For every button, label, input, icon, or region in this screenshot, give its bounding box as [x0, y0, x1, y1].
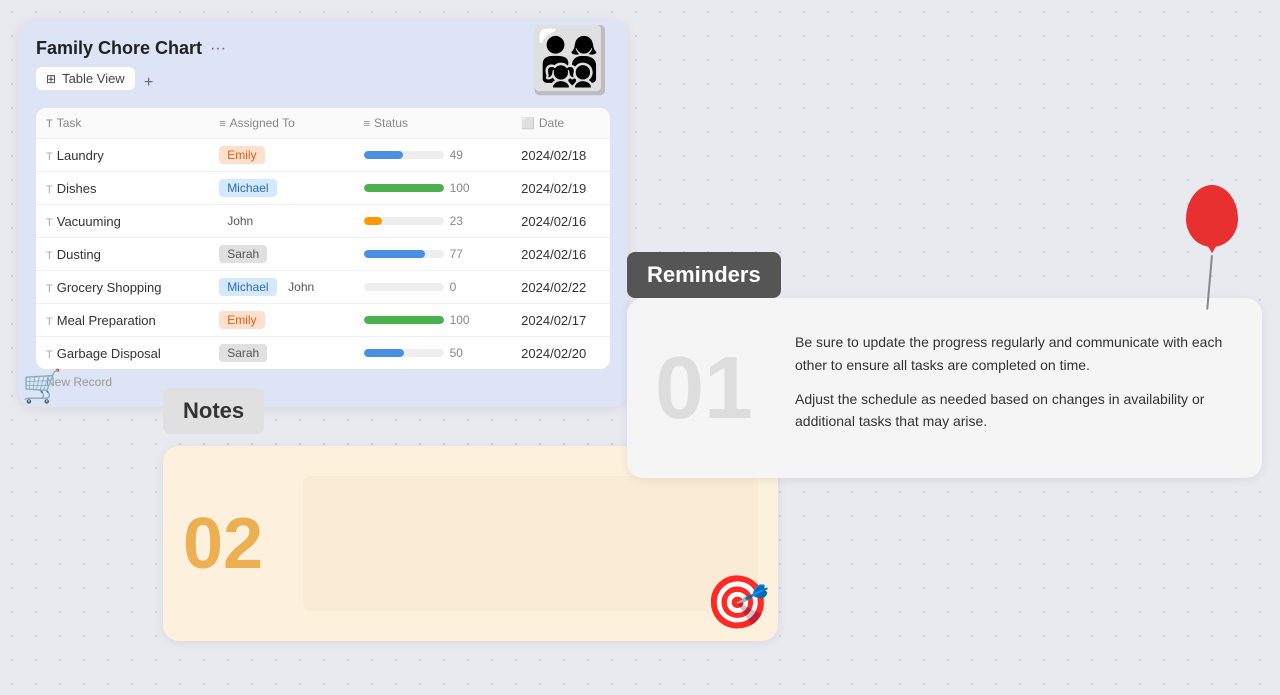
notes-label: Notes [163, 388, 264, 434]
cell-assigned: John [209, 205, 353, 238]
cell-task: TDishes [36, 172, 209, 205]
card-header: Family Chore Chart ··· ⊞ Table View + 👨‍… [36, 38, 610, 98]
table-row: TDishesMichael 100 2024/02/19 [36, 172, 610, 205]
family-emoji: 👨‍👩‍👧‍👦 [530, 28, 610, 92]
reminders-text-content: Be sure to update the progress regularly… [795, 331, 1234, 445]
cell-task: TDusting [36, 238, 209, 271]
cell-date: 2024/02/17 [511, 304, 610, 337]
table-row: TVacuumingJohn 23 2024/02/16 [36, 205, 610, 238]
cell-date: 2024/02/22 [511, 271, 610, 304]
card-title: Family Chore Chart [36, 38, 202, 59]
chore-table: TTask ≡Assigned To ≡Status ⬜Date TLaundr… [36, 108, 610, 369]
notes-number: 02 [183, 503, 283, 585]
cell-task: TLaundry [36, 139, 209, 172]
cell-date: 2024/02/20 [511, 337, 610, 370]
col-header-task: TTask [36, 108, 209, 139]
cell-assigned: Emily [209, 304, 353, 337]
menu-dots[interactable]: ··· [210, 40, 226, 58]
balloon-string [1206, 255, 1213, 310]
tab-label: Table View [62, 71, 125, 86]
balloon-body [1186, 185, 1238, 247]
cell-task: TGrocery Shopping [36, 271, 209, 304]
cell-assigned: Sarah [209, 337, 353, 370]
cell-status: 23 [354, 205, 512, 238]
cell-status: 50 [354, 337, 512, 370]
table-icon: ⊞ [46, 72, 56, 86]
cell-date: 2024/02/16 [511, 238, 610, 271]
reminders-text-1: Be sure to update the progress regularly… [795, 331, 1234, 376]
cell-status: 49 [354, 139, 512, 172]
cell-status: 100 [354, 304, 512, 337]
notes-text-area[interactable] [303, 476, 758, 611]
chore-chart-card: Family Chore Chart ··· ⊞ Table View + 👨‍… [18, 20, 628, 407]
table-row: TGrocery ShoppingMichael John 0 2024/02/… [36, 271, 610, 304]
cell-assigned: Sarah [209, 238, 353, 271]
cell-date: 2024/02/16 [511, 205, 610, 238]
cell-assigned: Michael John [209, 271, 353, 304]
cell-task: TVacuuming [36, 205, 209, 238]
col-header-status: ≡Status [354, 108, 512, 139]
reminders-number: 01 [655, 344, 775, 432]
cell-date: 2024/02/18 [511, 139, 610, 172]
table-row: TMeal PreparationEmily 100 2024/02/17 [36, 304, 610, 337]
cell-assigned: Emily [209, 139, 353, 172]
new-record-row[interactable]: New Record [36, 369, 610, 395]
cell-status: 100 [354, 172, 512, 205]
cell-date: 2024/02/19 [511, 172, 610, 205]
add-tab-button[interactable]: + [139, 73, 159, 93]
title-row: Family Chore Chart ··· [36, 38, 226, 59]
cell-task: TMeal Preparation [36, 304, 209, 337]
col-header-date: ⬜Date [511, 108, 610, 139]
shopping-cart-icon: 🛒 [22, 367, 62, 405]
reminders-card: 01 Be sure to update the progress regula… [627, 298, 1262, 478]
cell-task: TGarbage Disposal [36, 337, 209, 370]
target-icon: 🎯 [705, 572, 770, 633]
reminders-label: Reminders [627, 252, 781, 298]
table-view-tab[interactable]: ⊞ Table View [36, 67, 135, 90]
reminders-text-2: Adjust the schedule as needed based on c… [795, 388, 1234, 433]
cell-assigned: Michael [209, 172, 353, 205]
table-row: TDustingSarah 77 2024/02/16 [36, 238, 610, 271]
col-header-assigned: ≡Assigned To [209, 108, 353, 139]
cell-status: 77 [354, 238, 512, 271]
balloon-decoration [1186, 185, 1238, 310]
table-row: TGarbage DisposalSarah 50 2024/02/20 [36, 337, 610, 370]
table-row: TLaundryEmily 49 2024/02/18 [36, 139, 610, 172]
cell-status: 0 [354, 271, 512, 304]
